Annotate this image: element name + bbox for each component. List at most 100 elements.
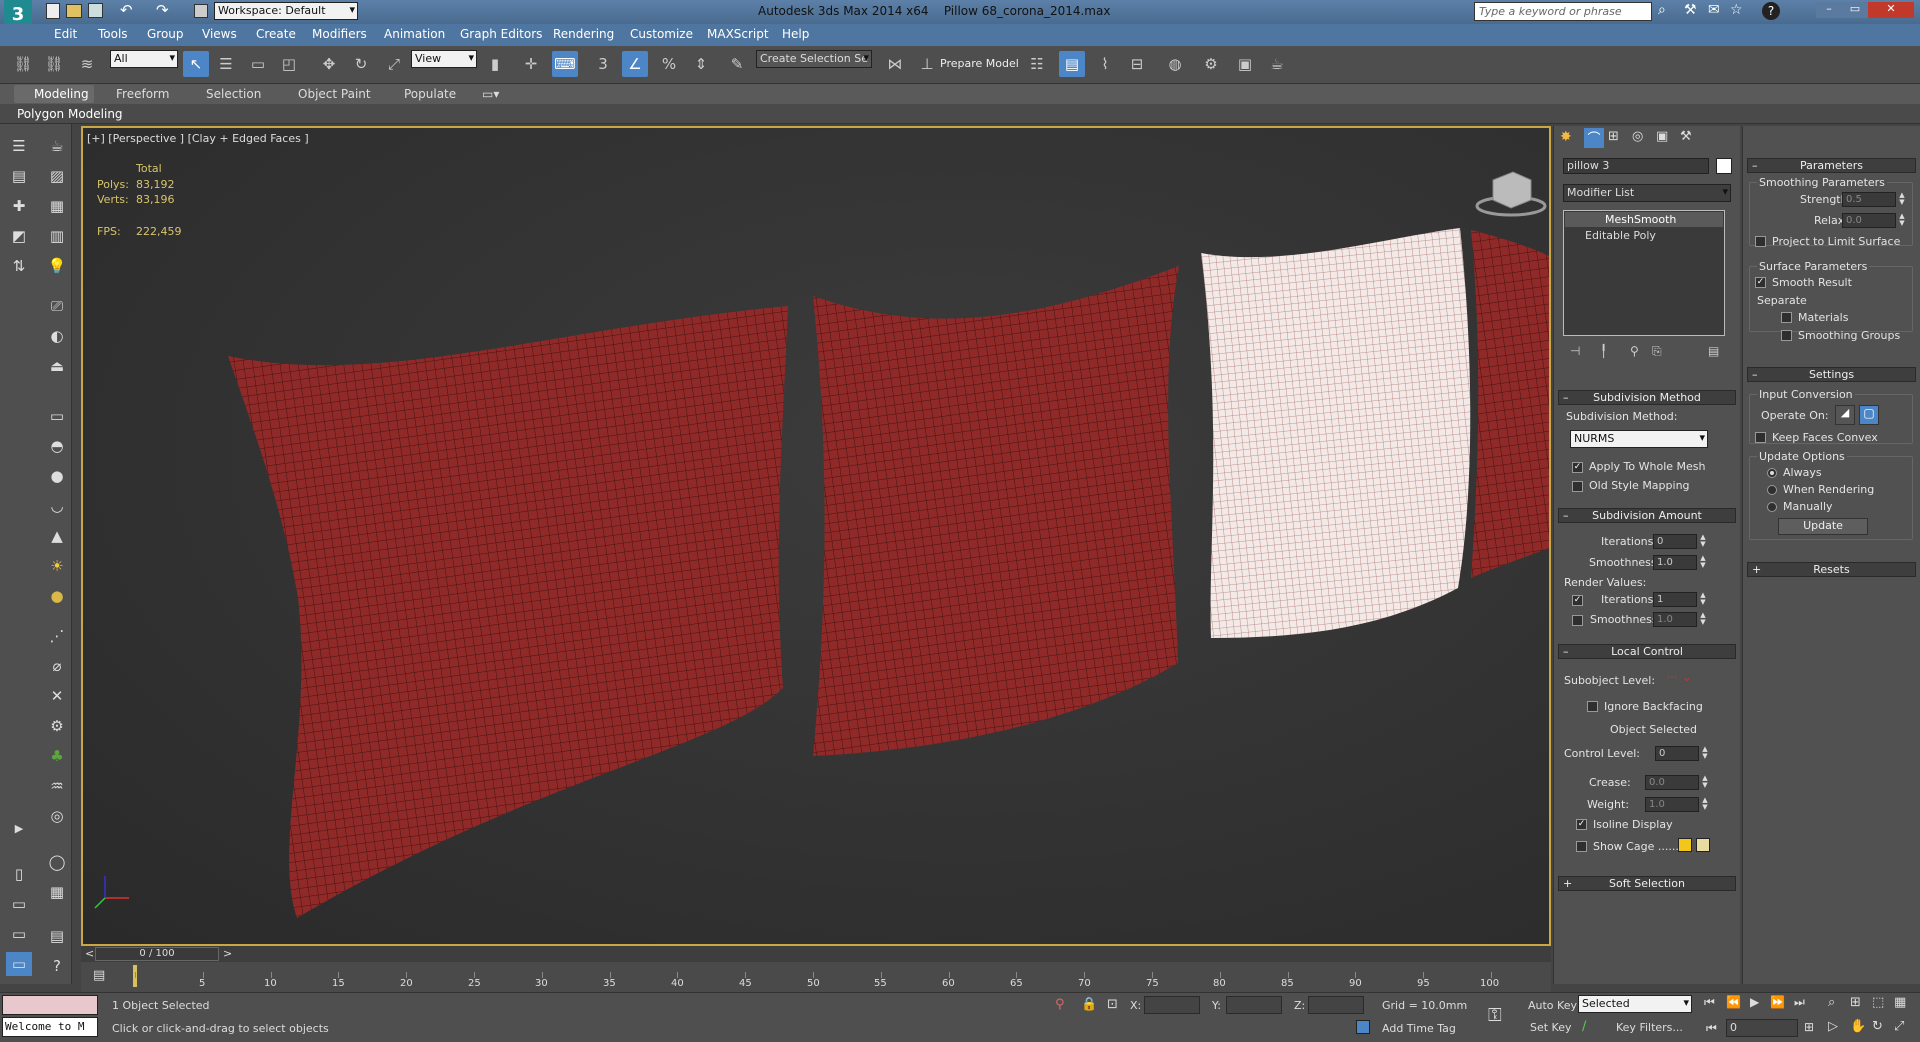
control-level-spinner-arrows[interactable]: ▲ ▼ — [1701, 746, 1709, 761]
modify-tab-icon[interactable]: ⌒ — [1584, 128, 1604, 148]
snap-toggle-icon[interactable]: 3 — [590, 51, 616, 77]
favorites-icon[interactable]: ☆ — [1730, 2, 1743, 18]
keyboard-shortcut-icon[interactable]: ⌨ — [552, 51, 578, 77]
spinner-snap-icon[interactable]: ⇕ — [688, 51, 714, 77]
select-object-icon[interactable]: ↖ — [183, 51, 209, 77]
render-iterations-spinner-arrows[interactable]: ▲ ▼ — [1699, 592, 1707, 607]
ribbon-tab-populate[interactable]: Populate — [404, 87, 456, 101]
menu-maxscript[interactable]: MAXScript — [707, 27, 769, 41]
weight-spinner[interactable]: 1.0 — [1645, 797, 1699, 812]
render-frame-icon[interactable]: ▣ — [1232, 51, 1258, 77]
grid-panel-icon[interactable]: ▦ — [44, 194, 70, 218]
pillow-4[interactable] — [1471, 230, 1549, 578]
polygon-modeling-label[interactable]: Polygon Modeling — [17, 107, 123, 121]
tube-icon[interactable]: ⌀ — [44, 654, 70, 678]
sphere-render-icon[interactable]: ◯ — [44, 850, 70, 874]
x-coord-field[interactable] — [1144, 996, 1200, 1014]
help-circle-icon[interactable]: ? — [44, 954, 70, 978]
weight-spinner-arrows[interactable]: ▲ ▼ — [1701, 797, 1709, 812]
zoom-all-icon[interactable]: ⊞ — [1850, 995, 1861, 1010]
window-crossing-icon[interactable]: ◰ — [276, 51, 302, 77]
key-icon[interactable]: ⚿ — [1488, 1005, 1502, 1026]
control-level-spinner[interactable]: 0 — [1655, 746, 1699, 761]
vertex-subobject-icon[interactable]: ⋯ ⌄ — [1666, 670, 1692, 684]
graphite-toggle-icon[interactable]: ▤ — [1059, 51, 1085, 77]
edit-named-sets-icon[interactable]: ✎ — [724, 51, 750, 77]
ball-icon[interactable]: ● — [44, 584, 70, 608]
render-smoothness-spinner[interactable]: 1.0 — [1653, 612, 1697, 627]
rect-selection-icon[interactable]: ▭ — [245, 51, 271, 77]
object-color-swatch[interactable] — [1716, 158, 1732, 174]
viewport-layout-3-icon[interactable]: ▭ — [6, 922, 32, 946]
next-frame-icon[interactable]: ⏩ — [1770, 995, 1785, 1009]
smoothness-spinner-arrows[interactable]: ▲ ▼ — [1699, 555, 1707, 570]
zoom-extents-all-icon[interactable]: ▦ — [1894, 995, 1906, 1010]
render-iterations-checkbox[interactable]: ✓ — [1572, 595, 1583, 606]
cage-color-2-swatch[interactable] — [1696, 838, 1710, 852]
curve-editor-icon[interactable]: ⌇ — [1092, 51, 1118, 77]
unlink-icon[interactable]: ⛓ — [41, 51, 67, 77]
keep-faces-convex-checkbox[interactable] — [1755, 432, 1766, 443]
film-icon[interactable]: ⏏ — [44, 354, 70, 378]
rollout-subdivision-amount[interactable]: – Subdivision Amount — [1558, 508, 1736, 523]
bowl-icon[interactable]: ◡ — [44, 494, 70, 518]
time-prev-arrow[interactable]: < — [85, 947, 94, 960]
menu-edit[interactable]: Edit — [54, 27, 77, 41]
zoom-extents-icon[interactable]: ⬚ — [1872, 995, 1884, 1010]
teapot-icon[interactable]: ☕ — [44, 134, 70, 158]
ribbon-tab-freeform[interactable]: Freeform — [116, 87, 169, 101]
stack-item-meshsmooth[interactable]: MeshSmooth — [1565, 212, 1723, 227]
update-button[interactable]: Update — [1778, 518, 1868, 535]
remove-modifier-icon[interactable]: ⎘ — [1652, 344, 1662, 359]
maxscript-listener-input[interactable]: Welcome to M — [2, 1017, 98, 1037]
rollout-resets[interactable]: + Resets — [1747, 562, 1916, 577]
go-to-start-icon[interactable]: ⏮ — [1704, 995, 1715, 1010]
set-key-button[interactable]: Set Key — [1530, 1021, 1572, 1034]
operate-on-triangle-button[interactable]: ◢ — [1835, 405, 1855, 425]
display-tab-icon[interactable]: ▣ — [1656, 129, 1668, 144]
light-bulb-icon[interactable]: 💡 — [44, 254, 70, 278]
sun-icon[interactable]: ☀ — [44, 554, 70, 578]
maximize-button[interactable]: ▭ — [1842, 2, 1868, 18]
project-folder-icon[interactable] — [194, 4, 208, 18]
undo-icon[interactable]: ↶ — [120, 1, 133, 19]
render-iterations-spinner[interactable]: 1 — [1653, 592, 1697, 607]
help-icon[interactable]: ? — [1762, 2, 1780, 20]
headphones-icon[interactable]: ◐ — [44, 324, 70, 348]
key-mode-dropdown[interactable]: Selected — [1578, 995, 1692, 1013]
close-button[interactable]: ✕ — [1868, 2, 1914, 18]
prepare-model-label[interactable]: Prepare Model — [940, 57, 1019, 70]
when-rendering-radio[interactable] — [1767, 485, 1777, 495]
menu-customize[interactable]: Customize — [630, 27, 693, 41]
default-tangent-icon[interactable]: ∕ — [1582, 1019, 1586, 1034]
render-setup-icon[interactable]: ⚙ — [1198, 51, 1224, 77]
time-slider[interactable]: < 0 / 100 > — [81, 946, 1551, 962]
pan-view-icon[interactable]: ✋ — [1850, 1019, 1866, 1034]
quick-access-open-icon[interactable] — [66, 4, 82, 18]
stack-item-editable-poly[interactable]: Editable Poly — [1565, 228, 1723, 243]
sphere-icon[interactable]: ● — [44, 464, 70, 488]
pin-stack-icon[interactable]: ⊣ — [1570, 344, 1580, 358]
layers-icon[interactable]: ▤ — [6, 164, 32, 188]
materials-checkbox[interactable] — [1781, 312, 1792, 323]
isoline-display-checkbox[interactable]: ✓ — [1576, 819, 1587, 830]
table-icon[interactable]: ▥ — [44, 224, 70, 248]
play-icon[interactable]: ▶ — [1750, 995, 1759, 1009]
z-coord-field[interactable] — [1308, 996, 1364, 1014]
crease-spinner[interactable]: 0.0 — [1645, 775, 1699, 790]
expand-arrow-icon[interactable]: ▶ — [6, 816, 32, 840]
show-cage-checkbox[interactable] — [1576, 841, 1587, 852]
menu-create[interactable]: Create — [256, 27, 296, 41]
workspace-dropdown[interactable]: Workspace: Default — [214, 2, 358, 20]
rollout-local-control[interactable]: – Local Control — [1558, 644, 1736, 659]
viewport-layout-4-icon[interactable]: ▭ — [6, 952, 32, 976]
mirror-icon[interactable]: ⋈ — [882, 51, 908, 77]
align-icon[interactable]: ⊥ — [914, 51, 940, 77]
quick-access-save-icon[interactable] — [88, 3, 103, 18]
gear-icon[interactable]: ⚙ — [44, 714, 70, 738]
absolute-mode-icon[interactable]: ⊡ — [1107, 997, 1118, 1012]
isolate-selection-icon[interactable]: ⚲ — [1055, 997, 1065, 1012]
cage-color-1-swatch[interactable] — [1678, 838, 1692, 852]
make-unique-icon[interactable]: ⚲ — [1630, 344, 1639, 358]
iterations-spinner-arrows[interactable]: ▲ ▼ — [1699, 534, 1707, 549]
